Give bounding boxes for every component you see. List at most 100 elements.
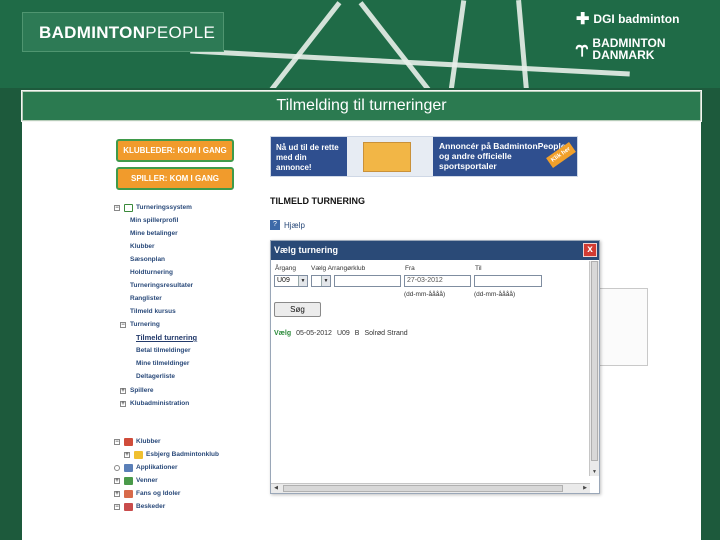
main-content: KLUBLEDER: KOM I GANG SPILLER: KOM I GAN… <box>22 122 701 540</box>
chevron-down-icon: ▼ <box>298 276 307 286</box>
tree-item-deltagerliste[interactable]: Deltagerliste <box>136 371 175 383</box>
tree-item-turneringsresultater[interactable]: Turneringsresultater <box>130 280 193 292</box>
expand-icon[interactable]: + <box>114 491 120 497</box>
tree-item-turneringssystem[interactable]: − Turneringssystem <box>114 202 192 214</box>
court-line <box>516 0 529 88</box>
tree-item-klubber[interactable]: Klubber <box>130 241 155 253</box>
tree-item-ranglister[interactable]: Ranglister <box>130 293 162 305</box>
help-icon: ? <box>270 220 280 230</box>
tree-label-active: Tilmeld turnering <box>136 333 198 342</box>
club-leader-start-button[interactable]: KLUBLEDER: KOM I GANG <box>116 139 234 162</box>
title-bar: Tilmelding til turneringer <box>21 90 702 122</box>
house-icon <box>134 451 143 459</box>
court-line <box>263 1 342 88</box>
aargang-select[interactable]: U09 ▼ <box>274 275 308 287</box>
tree-label: Min spillerprofil <box>130 217 179 224</box>
banner-image <box>347 137 433 176</box>
logo-text-bold: BADMINTON <box>39 23 146 42</box>
tree-label: Sæsonplan <box>130 256 166 263</box>
tree-item-betal-tilmeldinger[interactable]: Betal tilmeldinger <box>136 345 191 357</box>
fra-date-input[interactable]: 27-03-2012 <box>404 275 471 287</box>
tree-label: Tilmeld kursus <box>130 308 176 315</box>
tree-item-holdturnering[interactable]: Holdturnering <box>130 267 173 279</box>
tree-label: Turneringsresultater <box>130 282 194 289</box>
vertical-scrollbar[interactable]: ▼ <box>589 261 599 476</box>
tree-item-esbjerg-badmintonklub[interactable]: + Esbjerg Badmintonklub <box>124 449 219 461</box>
tree-label: Ranglister <box>130 295 162 302</box>
dgi-badminton-logo[interactable]: ✚ DGI badminton <box>576 9 679 29</box>
arrangor-select[interactable]: ▼ <box>311 275 331 287</box>
collapse-icon[interactable]: − <box>114 439 120 445</box>
scroll-left-icon[interactable]: ◀ <box>272 485 280 492</box>
advertisement-banner[interactable]: Nå ud til de rette med din annonce! Anno… <box>270 136 578 177</box>
til-date-hint: (dd-mm-åååå) <box>474 291 516 298</box>
help-label: Hjælp <box>284 220 305 230</box>
tree-label: Beskeder <box>136 503 166 510</box>
tree-item-applikationer[interactable]: Applikationer <box>114 462 178 474</box>
tree-item-fans-og-idoler[interactable]: + Fans og Idoler <box>114 488 180 500</box>
collapse-icon[interactable]: − <box>114 504 120 510</box>
tree-label: Holdturnering <box>130 269 173 276</box>
fra-label: Fra <box>405 265 415 272</box>
close-icon[interactable]: x <box>583 243 597 257</box>
page-header: BADMINTONPEOPLE ✚ DGI badminton ⥾ BADMIN… <box>0 0 720 88</box>
expand-icon[interactable]: + <box>124 452 130 458</box>
select-tournament-dialog: Vælg turnering x Årgang Vælg Arrangørklu… <box>270 240 600 494</box>
select-result-link[interactable]: Vælg <box>274 330 291 337</box>
result-row[interactable]: Vælg 05-05-2012 U09 B Solrød Strand <box>274 330 408 337</box>
tree-label: Betal tilmeldinger <box>136 347 191 354</box>
tree-item-beskeder[interactable]: − Beskeder <box>114 501 165 513</box>
horizontal-scrollbar[interactable]: ◀ ▶ <box>271 483 590 493</box>
tree-label: Esbjerg Badmintonklub <box>146 451 219 458</box>
aargang-value: U09 <box>277 277 290 284</box>
navigation-tree: − Turneringssystem Min spillerprofil Min… <box>114 202 264 412</box>
tree-item-spillere[interactable]: + Spillere <box>120 385 153 397</box>
tree-item-saesonplan[interactable]: Sæsonplan <box>130 254 165 266</box>
collapse-icon[interactable]: − <box>120 322 126 328</box>
vertical-scroll-thumb[interactable] <box>591 261 598 461</box>
tree-item-mine-betalinger[interactable]: Mine betalinger <box>130 228 178 240</box>
badminton-danmark-logo[interactable]: ⥾ BADMINTON DANMARK <box>576 36 666 62</box>
section-heading: TILMELD TURNERING <box>270 196 365 206</box>
expand-icon[interactable]: + <box>114 478 120 484</box>
player-start-button[interactable]: SPILLER: KOM I GANG <box>116 167 234 190</box>
radio-icon[interactable] <box>114 465 120 471</box>
expand-icon[interactable]: + <box>120 401 126 407</box>
dgi-logo-text: DGI badminton <box>593 12 680 26</box>
scroll-right-icon[interactable]: ▶ <box>581 485 589 492</box>
calendar-icon <box>124 204 133 212</box>
tree-item-tilmeld-turnering[interactable]: Tilmeld turnering <box>136 332 197 344</box>
expand-icon[interactable]: + <box>120 388 126 394</box>
tree-label: Spillere <box>130 387 154 394</box>
background-panel <box>598 288 648 366</box>
horizontal-scroll-thumb[interactable] <box>283 485 563 492</box>
tree-item-klubber-secondary[interactable]: − Klubber <box>114 436 161 448</box>
arrangor-label: Vælg Arrangørklub <box>311 265 366 272</box>
page-title: Tilmelding til turneringer <box>276 97 447 114</box>
banner-right-text: Annoncér på BadmintonPeople og andre off… <box>439 141 566 171</box>
search-button[interactable]: Søg <box>274 302 321 317</box>
mail-icon <box>124 503 133 511</box>
tree-item-turnering[interactable]: − Turnering <box>120 319 160 331</box>
tree-label: Klubber <box>136 438 161 445</box>
tree-label: Turneringssystem <box>136 204 192 211</box>
banner-thumbnail <box>363 142 411 172</box>
tree-label: Fans og Idoler <box>136 490 181 497</box>
tree-item-mine-tilmeldinger[interactable]: Mine tilmeldinger <box>136 358 189 370</box>
tree-item-min-spillerprofil[interactable]: Min spillerprofil <box>130 215 178 227</box>
tree-item-tilmeld-kursus[interactable]: Tilmeld kursus <box>130 306 176 318</box>
collapse-icon[interactable]: − <box>114 205 120 211</box>
tree-item-klubadministration[interactable]: + Klubadministration <box>120 398 189 410</box>
banner-left-text: Nå ud til de rette med din annonce! <box>271 137 347 176</box>
logo-text-light: PEOPLE <box>145 23 216 42</box>
til-date-input[interactable] <box>474 275 542 287</box>
dialog-title-bar[interactable]: Vælg turnering x <box>271 241 599 260</box>
tree-item-venner[interactable]: + Venner <box>114 475 158 487</box>
badmintonpeople-logo[interactable]: BADMINTONPEOPLE <box>22 12 224 52</box>
friends-icon <box>124 477 133 485</box>
help-link[interactable]: ? Hjælp <box>270 220 305 230</box>
scroll-down-icon[interactable]: ▼ <box>591 468 598 476</box>
arrangor-input[interactable] <box>334 275 401 287</box>
tree-label: Klubber <box>130 243 155 250</box>
shuttlecock-icon: ⥾ <box>576 36 589 61</box>
